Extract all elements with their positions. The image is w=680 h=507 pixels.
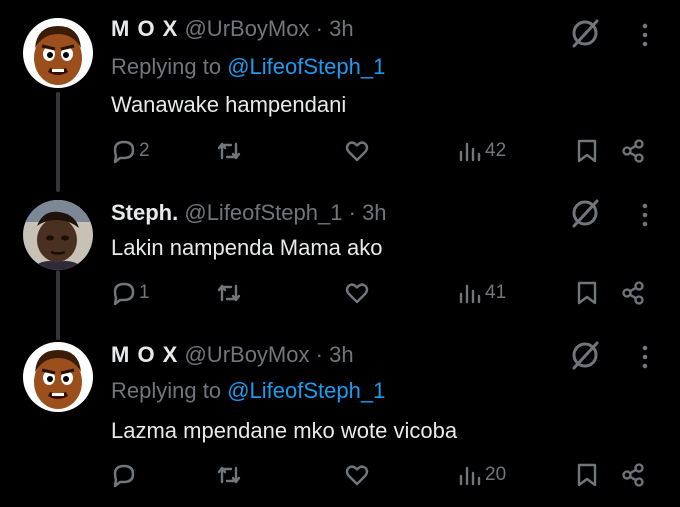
- user-handle[interactable]: @LifeofSteph_1: [184, 200, 342, 225]
- like-icon: [345, 465, 369, 486]
- grok-icon[interactable]: [568, 16, 602, 50]
- reply-icon: [113, 464, 135, 488]
- more-icon[interactable]: [632, 342, 658, 372]
- mention-link[interactable]: @LifeofSteph_1: [227, 54, 385, 79]
- reply-button[interactable]: 2: [111, 134, 150, 168]
- views-icon: [459, 142, 481, 162]
- replying-prefix: Replying to: [111, 54, 228, 79]
- retweet-icon: [217, 284, 241, 302]
- reply-count: 2: [139, 140, 150, 161]
- views-button[interactable]: 42: [457, 134, 506, 168]
- views-button[interactable]: 41: [457, 276, 506, 310]
- bookmark-icon: [577, 139, 597, 163]
- like-button[interactable]: [344, 458, 372, 492]
- views-icon: [459, 284, 481, 304]
- views-button[interactable]: 20: [457, 458, 506, 492]
- reply-button[interactable]: 1: [111, 276, 150, 310]
- separator-dot: ·: [315, 342, 323, 367]
- reply-icon: [113, 140, 135, 164]
- bookmark-icon: [577, 463, 597, 487]
- display-name[interactable]: M O X: [111, 342, 178, 367]
- views-count: 42: [485, 140, 507, 161]
- mention-link[interactable]: @LifeofSteph_1: [227, 378, 385, 403]
- timestamp[interactable]: 3h: [329, 342, 353, 367]
- views-count: 41: [485, 282, 507, 303]
- bookmark-button[interactable]: [574, 134, 600, 168]
- views-icon: [459, 466, 481, 486]
- like-icon: [345, 283, 369, 304]
- retweet-icon: [217, 466, 241, 484]
- action-bar: 1 41: [0, 276, 680, 310]
- display-name[interactable]: Steph.: [111, 200, 178, 225]
- share-button[interactable]: [620, 276, 646, 310]
- share-button[interactable]: [620, 134, 646, 168]
- reply-button[interactable]: [111, 458, 139, 492]
- tweet-header: M O X @UrBoyMox · 3h: [111, 342, 354, 368]
- more-icon[interactable]: [632, 200, 658, 230]
- user-handle[interactable]: @UrBoyMox: [184, 16, 309, 41]
- tweet-text: Lazma mpendane mko wote vicoba: [111, 418, 458, 443]
- replying-to: Replying to @LifeofSteph_1: [111, 54, 385, 80]
- like-button[interactable]: [344, 134, 372, 168]
- bookmark-button[interactable]: [574, 458, 600, 492]
- tweet-text: Wanawake hampendani: [111, 92, 347, 117]
- reply-count: 1: [139, 282, 150, 303]
- timestamp[interactable]: 3h: [329, 16, 353, 41]
- tweet-text: Lakin nampenda Mama ako: [111, 235, 383, 260]
- share-icon: [622, 281, 644, 305]
- retweet-button[interactable]: [216, 276, 244, 310]
- avatar[interactable]: [23, 18, 93, 88]
- grok-icon[interactable]: [568, 196, 602, 230]
- tweet[interactable]: M O X @UrBoyMox · 3h Replying to @Lifeof…: [0, 0, 680, 180]
- reply-icon: [113, 282, 135, 306]
- separator-dot: ·: [315, 16, 323, 41]
- tweet-header: M O X @UrBoyMox · 3h: [111, 16, 354, 42]
- views-count: 20: [485, 464, 507, 485]
- like-icon: [345, 141, 369, 162]
- more-icon[interactable]: [632, 20, 658, 50]
- retweet-button[interactable]: [216, 458, 244, 492]
- retweet-button[interactable]: [216, 134, 244, 168]
- separator-dot: ·: [348, 200, 356, 225]
- avatar[interactable]: [23, 200, 93, 270]
- replying-to: Replying to @LifeofSteph_1: [111, 378, 385, 404]
- bookmark-icon: [577, 281, 597, 305]
- display-name[interactable]: M O X: [111, 16, 178, 41]
- tweet-header: Steph. @LifeofSteph_1 · 3h: [111, 200, 387, 226]
- action-bar: 20: [0, 458, 680, 492]
- user-handle[interactable]: @UrBoyMox: [184, 342, 309, 367]
- tweet[interactable]: M O X @UrBoyMox · 3h Replying to @Lifeof…: [0, 330, 680, 507]
- like-button[interactable]: [344, 276, 372, 310]
- retweet-icon: [217, 142, 241, 160]
- replying-prefix: Replying to: [111, 378, 228, 403]
- avatar[interactable]: [23, 342, 93, 412]
- timestamp[interactable]: 3h: [362, 200, 386, 225]
- action-bar: 2 42: [0, 134, 680, 168]
- tweet[interactable]: Steph. @LifeofSteph_1 · 3h Lakin nampend…: [0, 180, 680, 330]
- grok-icon[interactable]: [568, 338, 602, 372]
- share-button[interactable]: [620, 458, 646, 492]
- share-icon: [622, 139, 644, 163]
- bookmark-button[interactable]: [574, 276, 600, 310]
- share-icon: [622, 463, 644, 487]
